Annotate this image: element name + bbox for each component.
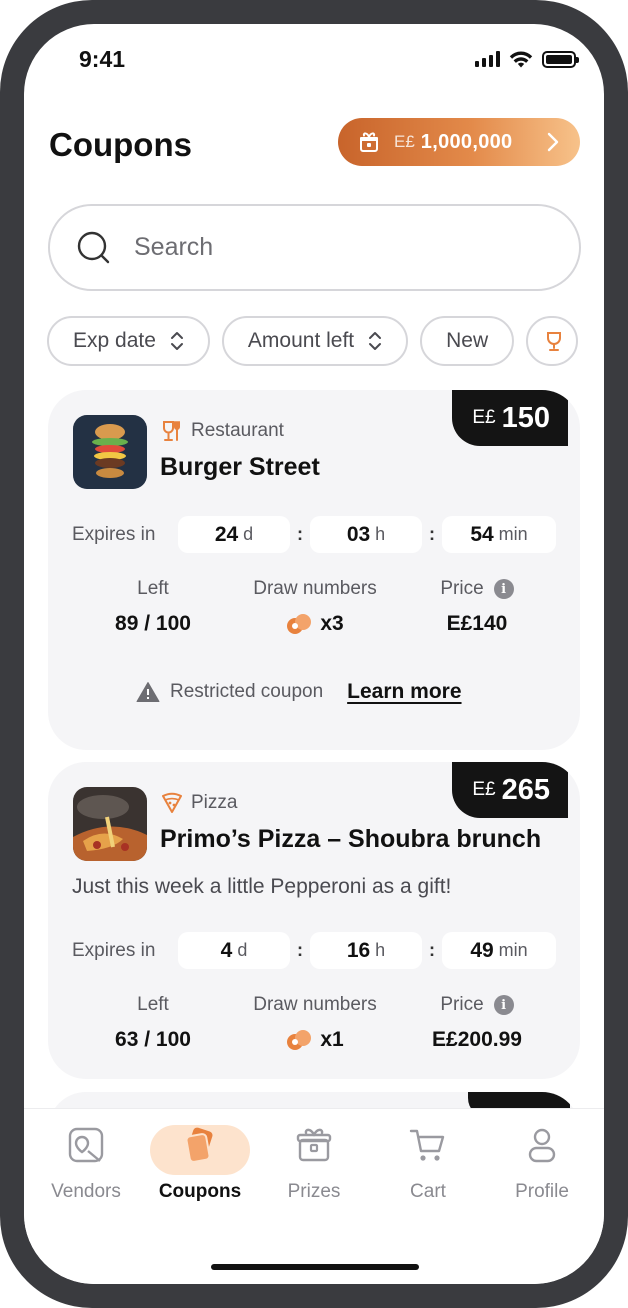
- category-label: Restaurant: [191, 420, 284, 441]
- expires-label: Expires in: [72, 523, 156, 545]
- separator: :: [297, 524, 303, 544]
- cellular-signal-icon: [475, 51, 500, 67]
- restricted-text: Restricted coupon: [170, 681, 324, 702]
- vendors-icon: [68, 1127, 104, 1163]
- tab-coupons[interactable]: Coupons: [145, 1125, 255, 1203]
- vendor-name: Primo’s Pizza – Shoubra brunch: [160, 825, 542, 853]
- stat-price: Price i E£140: [396, 577, 558, 636]
- learn-more-link[interactable]: Learn more: [347, 680, 461, 704]
- coupon-value-badge: E£ 150: [452, 390, 568, 446]
- tab-vendors[interactable]: Vendors: [31, 1125, 141, 1203]
- balance-amount: 1,000,000: [420, 130, 513, 153]
- vendor-name: Burger Street: [160, 453, 320, 481]
- tab-cart[interactable]: Cart: [373, 1125, 483, 1203]
- filter-label: Exp date: [73, 329, 156, 352]
- badge-value: 265: [501, 773, 550, 806]
- filter-exp-date[interactable]: Exp date: [47, 316, 210, 366]
- restaurant-icon: [163, 421, 180, 441]
- search-input[interactable]: [134, 233, 514, 262]
- trophy-icon: [547, 332, 562, 351]
- home-indicator[interactable]: [211, 1264, 419, 1270]
- info-icon[interactable]: i: [493, 579, 514, 599]
- bottom-tab-bar: Vendors Coupons Prizes Cart Profile: [24, 1108, 604, 1284]
- stat-draw-numbers: Draw numbers x1: [253, 994, 377, 1051]
- badge-value: 150: [501, 401, 550, 434]
- tab-prizes[interactable]: Prizes: [259, 1125, 369, 1203]
- minutes-box: 54 min: [442, 516, 556, 553]
- coupon-stats: Left 63 / 100 Draw numbers x1 Price i E£…: [72, 993, 558, 1052]
- expires-label: Expires in: [72, 939, 156, 961]
- tab-label: Vendors: [51, 1181, 121, 1202]
- sort-icon: [369, 332, 382, 350]
- cart-icon: [409, 1129, 445, 1161]
- hours-box: 03 h: [310, 516, 422, 553]
- filter-amount-left[interactable]: Amount left: [221, 316, 409, 366]
- tab-label: Coupons: [158, 1181, 242, 1202]
- stat-draw-numbers: Draw numbers x3: [253, 578, 377, 635]
- draw-tokens-icon: [287, 1030, 312, 1050]
- coupon-card[interactable]: E£ 150 Restaurant Burger Street Expires …: [48, 390, 580, 750]
- wifi-icon: [509, 51, 533, 68]
- coupons-icon: [185, 1127, 213, 1163]
- filter-prizes[interactable]: [526, 316, 579, 366]
- minutes-box: 49 min: [442, 932, 556, 969]
- expiry-countdown: Expires in 4d : 16 h : 49 min: [72, 932, 556, 969]
- search-icon: [77, 231, 110, 263]
- coupon-description: Just this week a little Pepperoni as a g…: [72, 875, 452, 898]
- profile-icon: [528, 1128, 556, 1163]
- separator: :: [429, 524, 435, 544]
- coupon-stats: Left 89 / 100 Draw numbers x3 Price i E£…: [72, 577, 558, 636]
- restricted-notice: Restricted coupon Learn more: [136, 680, 462, 704]
- status-time: 9:41: [79, 46, 126, 72]
- filter-new[interactable]: New: [420, 316, 515, 366]
- tab-profile[interactable]: Profile: [487, 1125, 597, 1203]
- category-label: Pizza: [191, 792, 238, 813]
- filter-chips: Exp date Amount left New: [47, 316, 579, 366]
- badge-currency: E£: [472, 779, 496, 800]
- coupon-category: Restaurant: [162, 420, 284, 442]
- prizes-icon: [296, 1128, 332, 1162]
- warning-icon: [136, 682, 160, 702]
- status-icons: [475, 50, 579, 68]
- draw-tokens-icon: [287, 614, 312, 634]
- gift-icon: [360, 132, 378, 152]
- tab-label: Cart: [410, 1181, 446, 1202]
- chevron-right-icon: [547, 132, 559, 152]
- balance-button[interactable]: E£ 1,000,000: [338, 118, 580, 166]
- pizza-icon: [162, 792, 182, 813]
- days-box: 24 d: [178, 516, 290, 553]
- tab-label: Prizes: [287, 1181, 341, 1202]
- page-title: Coupons: [49, 126, 192, 163]
- days-box: 4d: [178, 932, 290, 969]
- info-icon[interactable]: i: [493, 995, 514, 1015]
- balance-currency: E£: [394, 132, 415, 151]
- separator: :: [297, 940, 303, 960]
- vendor-logo: [73, 415, 147, 489]
- battery-icon: [542, 50, 579, 68]
- filter-label: New: [446, 329, 489, 352]
- separator: :: [429, 940, 435, 960]
- filter-label: Amount left: [247, 329, 355, 352]
- coupon-value-badge: E£ 265: [452, 762, 568, 818]
- search-bar[interactable]: [48, 204, 581, 291]
- expiry-countdown: Expires in 24 d : 03 h : 54 min: [72, 516, 556, 553]
- vendor-logo: [73, 787, 147, 861]
- screen: 9:41 Coupons E£ 1,000,000 Search Exp dat…: [24, 24, 604, 1284]
- coupon-card[interactable]: E£ 265 Pizza Primo’s Pizza – Shoubra bru…: [48, 762, 580, 1079]
- tab-label: Profile: [515, 1181, 569, 1202]
- badge-currency: E£: [472, 407, 496, 428]
- stat-price: Price i E£200.99: [432, 994, 522, 1051]
- hours-box: 16 h: [310, 932, 422, 969]
- stat-left: Left 63 / 100: [115, 994, 191, 1051]
- coupon-category: Pizza: [162, 792, 237, 814]
- sort-icon: [170, 332, 183, 350]
- stat-left: Left 89 / 100: [115, 578, 191, 635]
- phone-frame: 9:41 Coupons E£ 1,000,000 Search Exp dat…: [0, 0, 628, 1308]
